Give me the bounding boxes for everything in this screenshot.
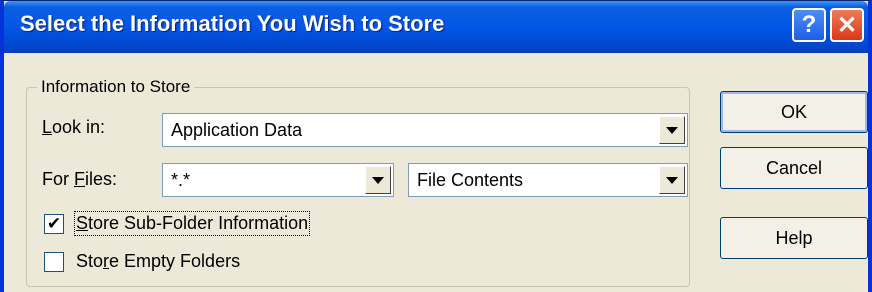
cancel-button[interactable]: Cancel	[720, 147, 868, 189]
store-empty-row[interactable]: Store Empty Folders	[44, 251, 240, 272]
group-legend: Information to Store	[41, 77, 191, 96]
file-pattern-dropdown[interactable]: *.*	[162, 163, 394, 197]
ok-button[interactable]: OK	[720, 91, 868, 133]
look-in-dropdown[interactable]: Application Data	[162, 113, 688, 147]
store-empty-checkbox[interactable]	[44, 251, 64, 272]
store-subfolder-row[interactable]: ✔ Store Sub-Folder Information	[44, 211, 311, 236]
store-subfolder-label[interactable]: Store Sub-Folder Information	[73, 211, 311, 236]
close-icon: ✕	[836, 11, 858, 39]
dialog-body: Information to Store Look in: Applicatio…	[4, 53, 868, 292]
dialog-title: Select the Information You Wish to Store	[20, 11, 445, 36]
look-in-value: Application Data	[171, 120, 303, 140]
file-pattern-value: *.*	[171, 170, 191, 190]
file-type-value: File Contents	[417, 170, 524, 190]
question-icon: ?	[801, 11, 817, 38]
for-files-label: For Files:	[42, 169, 118, 189]
title-bar[interactable]: Select the Information You Wish to Store…	[4, 1, 868, 53]
chevron-down-icon[interactable]	[365, 166, 391, 194]
store-empty-label[interactable]: Store Empty Folders	[76, 251, 240, 272]
checkmark-icon: ✔	[46, 214, 62, 233]
help-button[interactable]: Help	[720, 217, 868, 259]
file-type-dropdown[interactable]: File Contents	[408, 163, 688, 197]
store-subfolder-checkbox[interactable]: ✔	[44, 213, 64, 234]
chevron-down-icon[interactable]	[659, 166, 685, 194]
look-in-label: Look in:	[42, 117, 106, 137]
dialog-window: Select the Information You Wish to Store…	[0, 0, 872, 292]
chevron-down-icon[interactable]	[659, 116, 685, 144]
help-title-button[interactable]: ?	[792, 8, 826, 42]
close-button[interactable]: ✕	[830, 8, 864, 42]
